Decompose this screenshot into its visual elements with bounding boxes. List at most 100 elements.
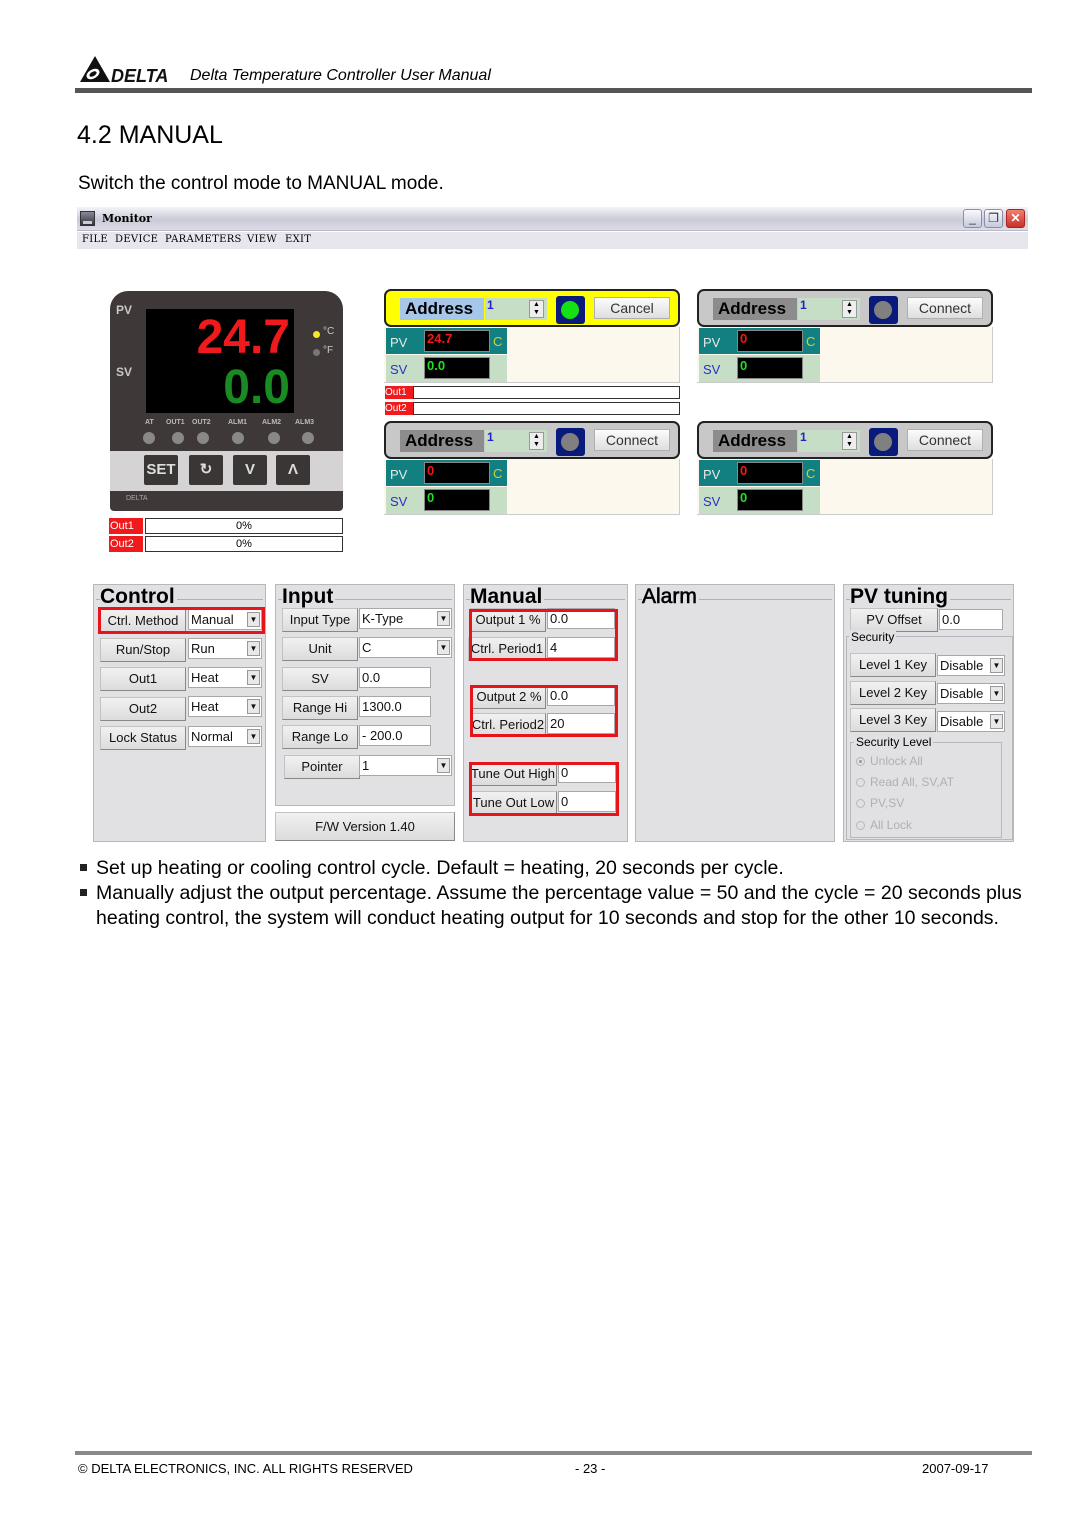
address-spinner[interactable]: ▲ ▼ <box>842 432 857 450</box>
input-type-value: K-Type <box>362 611 404 626</box>
radio-all-lock[interactable]: All Lock <box>856 818 912 832</box>
input-type-button[interactable]: Input Type <box>282 608 358 632</box>
cancel-button[interactable]: Cancel <box>594 297 670 319</box>
level1-key-select[interactable]: Disable ▼ <box>937 655 1005 676</box>
bullet-text: Set up heating or cooling control cycle.… <box>96 857 784 879</box>
cycle-key[interactable]: ↻ <box>189 455 223 485</box>
monitor-card-3: Address 1 ▲ ▼ Connect PV 0 C SV 0 <box>384 421 680 515</box>
bullet-item: Manually adjust the output percentage. A… <box>80 881 1030 931</box>
range-lo-input[interactable]: - 200.0 <box>359 725 431 746</box>
pv-row: PV 0 C <box>699 328 820 354</box>
sv-button[interactable]: SV <box>282 667 358 691</box>
out2-button[interactable]: Out2 <box>100 697 186 721</box>
dropdown-arrow-icon[interactable]: ▼ <box>437 611 450 626</box>
connection-status-icon <box>556 428 585 456</box>
pv-value: 24.7 <box>424 330 490 352</box>
fw-version-button[interactable]: F/W Version 1.40 <box>275 812 455 841</box>
unit-value: C <box>362 640 372 655</box>
manual-panel: Manual Output 1 % 0.0 Ctrl. Period1 4 Ou… <box>463 584 628 842</box>
address-spinner[interactable]: ▲ ▼ <box>842 300 857 318</box>
faceplate-sv-label: SV <box>116 365 133 379</box>
pv-label: PV <box>390 467 408 482</box>
down-key[interactable]: V <box>233 455 267 485</box>
set-key[interactable]: SET <box>144 455 178 485</box>
menu-exit[interactable]: EXIT <box>285 234 311 245</box>
sv-input[interactable]: 0.0 <box>359 667 431 688</box>
menu-parameters[interactable]: PARAMETERS <box>165 234 242 245</box>
lock-status-select[interactable]: Normal ▼ <box>188 726 262 747</box>
dropdown-arrow-icon[interactable]: ▼ <box>990 658 1003 673</box>
pv-offset-input[interactable]: 0.0 <box>939 609 1003 630</box>
menu-file[interactable]: FILE <box>82 234 108 245</box>
lock-status-button[interactable]: Lock Status <box>100 726 186 750</box>
highlight-box <box>470 685 618 737</box>
sv-label: SV <box>703 362 721 377</box>
pointer-select[interactable]: 1 ▼ <box>359 755 452 776</box>
window-title: Monitor <box>102 212 152 225</box>
radio-pv-sv[interactable]: PV,SV <box>856 796 904 810</box>
level3-key-button[interactable]: Level 3 Key <box>850 708 936 732</box>
input-title: Input <box>282 585 336 608</box>
level3-key-select[interactable]: Disable ▼ <box>937 711 1005 732</box>
connect-button[interactable]: Connect <box>907 297 983 319</box>
address-label: Address <box>713 298 797 320</box>
pv-value: 0 <box>424 462 490 484</box>
led-alm2-icon <box>268 432 280 444</box>
radio-unlock-all[interactable]: Unlock All <box>856 754 923 768</box>
dropdown-arrow-icon[interactable]: ▼ <box>437 758 450 773</box>
connect-button[interactable]: Connect <box>907 429 983 451</box>
out2-select[interactable]: Heat ▼ <box>188 696 262 717</box>
pv-unit: C <box>493 466 503 481</box>
window-titlebar[interactable]: Monitor _ ❐ ✕ <box>77 207 1028 231</box>
run-stop-select[interactable]: Run ▼ <box>188 638 262 659</box>
highlight-box <box>98 607 265 634</box>
menu-bar: FILE DEVICE PARAMETERS VIEW EXIT <box>77 232 1028 249</box>
pv-offset-button[interactable]: PV Offset <box>850 608 938 632</box>
unit-select[interactable]: C ▼ <box>359 637 452 658</box>
connect-button[interactable]: Connect <box>594 429 670 451</box>
dropdown-arrow-icon[interactable]: ▼ <box>247 729 260 744</box>
dropdown-arrow-icon[interactable]: ▼ <box>437 640 450 655</box>
dropdown-arrow-icon[interactable]: ▼ <box>247 641 260 656</box>
run-stop-value: Run <box>191 641 215 656</box>
radio-read-all-sv-at[interactable]: Read All, SV,AT <box>856 775 954 789</box>
minimize-button[interactable]: _ <box>963 209 982 228</box>
address-spinner[interactable]: ▲ ▼ <box>529 432 544 450</box>
pointer-value: 1 <box>362 758 370 773</box>
run-stop-button[interactable]: Run/Stop <box>100 638 186 662</box>
radio-label: All Lock <box>870 818 913 832</box>
level1-key-button[interactable]: Level 1 Key <box>850 653 936 677</box>
input-type-select[interactable]: K-Type ▼ <box>359 608 452 629</box>
dropdown-arrow-icon[interactable]: ▼ <box>247 670 260 685</box>
menu-device[interactable]: DEVICE <box>115 234 158 245</box>
footer-copyright: © DELTA ELECTRONICS, INC. ALL RIGHTS RES… <box>78 1461 413 1476</box>
pv-row: PV 0 C <box>699 460 820 486</box>
pointer-button[interactable]: Pointer <box>284 755 360 779</box>
header-divider <box>75 88 1032 93</box>
fahrenheit-label: °F <box>323 345 334 356</box>
card-header: Address 1 ▲ ▼ Connect <box>697 289 993 327</box>
monitor-card-4: Address 1 ▲ ▼ Connect PV 0 C SV 0 <box>697 421 993 515</box>
level2-key-select[interactable]: Disable ▼ <box>937 683 1005 704</box>
dropdown-arrow-icon[interactable]: ▼ <box>247 699 260 714</box>
address-label: Address <box>400 298 484 320</box>
up-key[interactable]: Λ <box>276 455 310 485</box>
unit-button[interactable]: Unit <box>282 637 358 661</box>
restore-button[interactable]: ❐ <box>984 209 1003 228</box>
celsius-label: °C <box>323 326 335 337</box>
out1-select[interactable]: Heat ▼ <box>188 667 262 688</box>
dropdown-arrow-icon[interactable]: ▼ <box>990 686 1003 701</box>
close-button[interactable]: ✕ <box>1006 209 1025 228</box>
level2-key-button[interactable]: Level 2 Key <box>850 681 936 705</box>
card-out1-bar <box>413 386 680 399</box>
out1-button[interactable]: Out1 <box>100 667 186 691</box>
security-level-title: Security Level <box>854 735 934 749</box>
range-hi-input[interactable]: 1300.0 <box>359 696 431 717</box>
menu-view[interactable]: VIEW <box>247 234 277 245</box>
bullet-square-icon <box>80 864 87 871</box>
range-lo-button[interactable]: Range Lo <box>282 725 358 749</box>
dropdown-arrow-icon[interactable]: ▼ <box>990 714 1003 729</box>
address-spinner[interactable]: ▲ ▼ <box>529 300 544 318</box>
out2-value: Heat <box>191 699 219 714</box>
range-hi-button[interactable]: Range Hi <box>282 696 358 720</box>
